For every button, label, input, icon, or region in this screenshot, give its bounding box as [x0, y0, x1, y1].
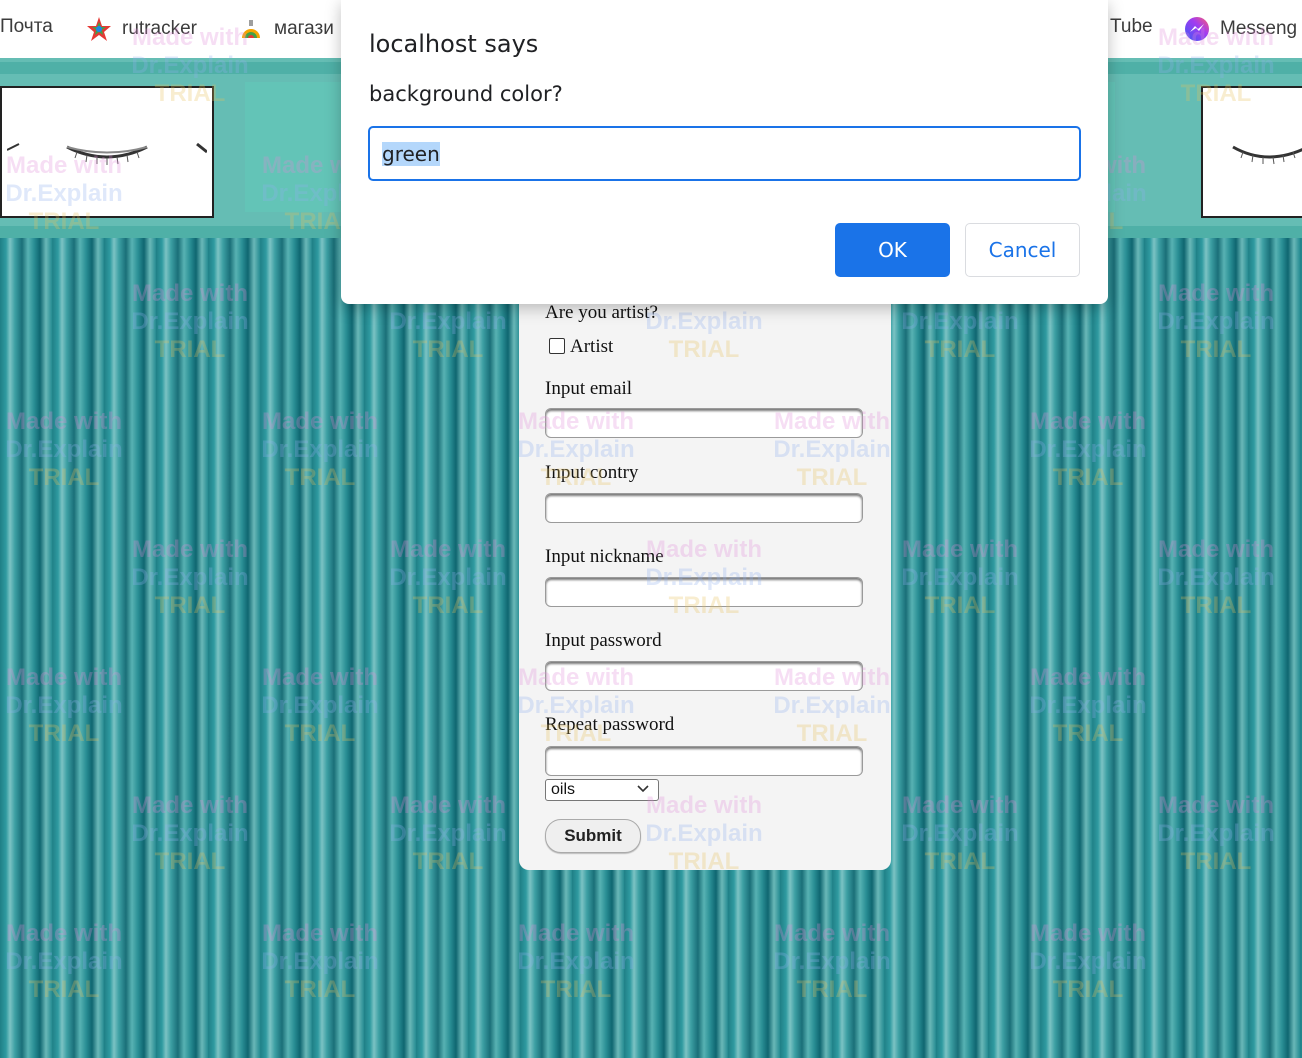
nickname-input[interactable]	[545, 577, 863, 607]
repeat-password-label: Repeat password	[545, 714, 675, 735]
bookmark-mail[interactable]: Почта	[0, 16, 53, 38]
bookmark-shop[interactable]: магази	[238, 16, 334, 42]
bookmark-label: Почта	[0, 16, 53, 37]
shop-icon	[242, 20, 260, 38]
nickname-label: Input nickname	[545, 546, 664, 567]
artist-checkbox[interactable]	[549, 338, 565, 354]
country-label: Input contry	[545, 462, 639, 483]
submit-button[interactable]: Submit	[545, 819, 641, 853]
watermark: Made withDr.ExplainTRIAL	[131, 280, 249, 363]
watermark: Made withDr.ExplainTRIAL	[5, 920, 123, 1003]
dialog-input[interactable]: green	[368, 126, 1081, 181]
email-label: Input email	[545, 378, 633, 399]
closed-eye-image	[1201, 86, 1302, 218]
watermark: Made withDr.ExplainTRIAL	[389, 792, 507, 875]
dialog-title: localhost says	[369, 30, 539, 58]
closed-eye-icon	[7, 142, 207, 165]
watermark: Made withDr.ExplainTRIAL	[901, 536, 1019, 619]
country-input[interactable]	[545, 493, 863, 523]
messenger-icon	[1185, 17, 1209, 41]
watermark: Made withDr.ExplainTRIAL	[131, 792, 249, 875]
dialog-input-value: green	[382, 141, 440, 166]
bookmark-messenger[interactable]: Messeng	[1184, 16, 1297, 42]
bookmark-label: Messeng	[1220, 18, 1298, 39]
bookmark-label: rutracker	[122, 18, 197, 39]
artist-question: Are you artist?	[545, 302, 658, 323]
watermark: Made withDr.ExplainTRIAL	[131, 536, 249, 619]
closed-eye-icon	[1232, 145, 1302, 165]
prompt-dialog: localhost says background color? green O…	[341, 0, 1108, 304]
email-input[interactable]	[545, 408, 863, 438]
cancel-button[interactable]: Cancel	[965, 223, 1080, 277]
watermark: Made withDr.ExplainTRIAL	[5, 664, 123, 747]
registration-form: Are you artist? Artist Input email Input…	[519, 280, 891, 870]
bookmark-label: магази	[274, 18, 334, 39]
watermark: Made withDr.ExplainTRIAL	[261, 408, 379, 491]
watermark: Made withDr.ExplainTRIAL	[5, 408, 123, 491]
watermark: Made withDr.ExplainTRIAL	[773, 920, 891, 1003]
watermark: Made withDr.ExplainTRIAL	[1157, 536, 1275, 619]
password-label: Input password	[545, 630, 662, 651]
password-input[interactable]	[545, 661, 863, 691]
watermark: Made withDr.ExplainTRIAL	[389, 536, 507, 619]
watermark: Made withDr.ExplainTRIAL	[1029, 408, 1147, 491]
watermark: Made withDr.ExplainTRIAL	[1157, 792, 1275, 875]
watermark: Made withDr.ExplainTRIAL	[261, 664, 379, 747]
rutracker-icon	[87, 17, 111, 41]
medium-select-value: oils	[551, 781, 576, 798]
ok-button[interactable]: OK	[835, 223, 950, 277]
watermark: Made withDr.ExplainTRIAL	[1157, 280, 1275, 363]
medium-select[interactable]: oils	[545, 779, 659, 801]
dialog-message: background color?	[369, 82, 563, 106]
watermark: Made withDr.ExplainTRIAL	[261, 920, 379, 1003]
watermark: Made withDr.ExplainTRIAL	[1029, 920, 1147, 1003]
bookmark-label: Tube	[1110, 16, 1153, 37]
repeat-password-input[interactable]	[545, 746, 863, 776]
watermark: Made withDr.ExplainTRIAL	[1029, 664, 1147, 747]
bookmark-rutracker[interactable]: rutracker	[86, 16, 197, 42]
closed-eye-image	[0, 86, 214, 218]
chevron-down-icon	[637, 785, 649, 793]
watermark: Made withDr.ExplainTRIAL	[901, 792, 1019, 875]
bookmark-youtube[interactable]: Tube	[1110, 16, 1153, 38]
artist-checkbox-label: Artist	[570, 336, 614, 357]
watermark: Made withDr.ExplainTRIAL	[517, 920, 635, 1003]
